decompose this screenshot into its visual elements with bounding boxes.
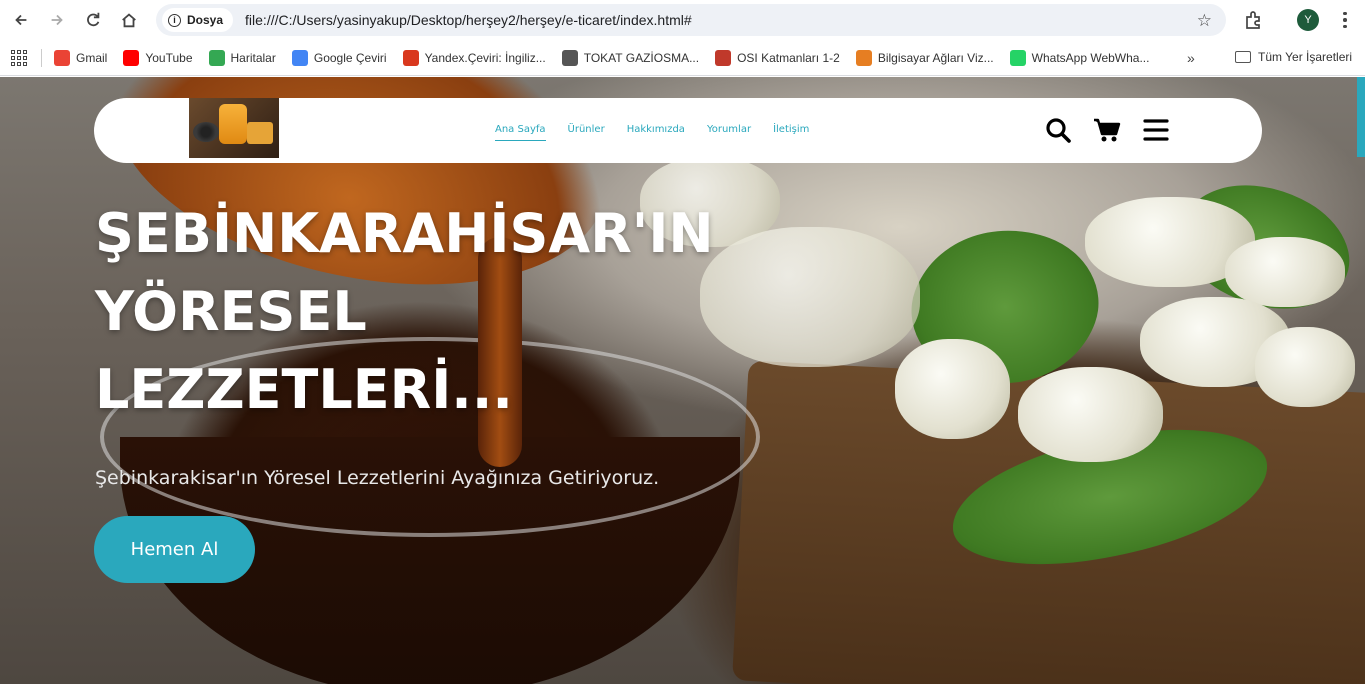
bookmark-favicon-icon	[291, 49, 308, 66]
forward-icon[interactable]	[39, 2, 75, 38]
site-chip-label: Dosya	[187, 13, 224, 27]
all-bookmarks-label: Tüm Yer İşaretleri	[1258, 50, 1353, 64]
hamburger-menu-icon[interactable]	[1143, 117, 1169, 143]
buy-now-button[interactable]: Hemen Al	[94, 516, 255, 583]
browser-menu-icon[interactable]	[1337, 9, 1353, 31]
more-bookmarks-icon[interactable]: »	[1187, 50, 1195, 66]
site-logo[interactable]	[189, 98, 279, 158]
bookmark-favicon-icon	[855, 49, 872, 66]
home-icon[interactable]	[111, 2, 147, 38]
mulberry-image	[1018, 367, 1163, 462]
bookmark-item[interactable]: TOKAT GAZİOSMA...	[561, 49, 700, 66]
bookmark-item[interactable]: Bilgisayar Ağları Viz...	[855, 49, 994, 66]
mulberry-image	[1255, 327, 1355, 407]
bookmark-item[interactable]: Gmail	[54, 49, 108, 66]
bookmark-favicon-icon	[561, 49, 578, 66]
bookmark-favicon-icon	[208, 49, 225, 66]
bookmark-label: Gmail	[76, 50, 108, 65]
bookmark-list: Gmail YouTube Haritalar Google Çeviri Yandex…	[54, 49, 1165, 66]
shopping-cart-icon[interactable]	[1093, 117, 1121, 143]
profile-avatar[interactable]: Y	[1297, 9, 1319, 31]
bookmark-label: OSI Katmanları 1-2	[737, 50, 840, 65]
all-bookmarks-folder[interactable]: Tüm Yer İşaretleri	[1235, 50, 1352, 64]
info-icon: i	[168, 13, 181, 27]
bookmark-label: Yandex.Çeviri: İngiliz...	[424, 50, 546, 65]
mulberry-image	[1225, 237, 1345, 307]
address-bar[interactable]: i Dosya file:///C:/Users/yasinyakup/Desk…	[156, 4, 1226, 36]
hero-subtitle: Şebinkarakisar'ın Yöresel Lezzetlerini A…	[95, 467, 660, 489]
hero-title: ŞEBİNKARAHİSAR'IN YÖRESEL LEZZETLERİ...	[95, 202, 714, 421]
nav-link-yorumlar[interactable]: Yorumlar	[707, 124, 751, 141]
search-icon[interactable]	[1045, 117, 1071, 143]
bookmark-label: WhatsApp WebWha...	[1031, 50, 1150, 65]
bookmark-item[interactable]: Yandex.Çeviri: İngiliz...	[402, 49, 546, 66]
folder-icon	[1235, 51, 1251, 63]
bookmark-item[interactable]: OSI Katmanları 1-2	[715, 49, 840, 66]
mulberry-image	[895, 339, 1010, 439]
site-nav-links: Ana Sayfa Ürünler Hakkımızda Yorumlar İl…	[495, 124, 809, 141]
bookmark-favicon-icon	[402, 49, 419, 66]
bookmark-favicon-icon	[54, 49, 70, 66]
site-navbar: Ana Sayfa Ürünler Hakkımızda Yorumlar İl…	[94, 98, 1262, 163]
bookmark-item[interactable]: YouTube	[123, 49, 193, 66]
bookmark-label: Google Çeviri	[313, 50, 387, 65]
web-page: Ana Sayfa Ürünler Hakkımızda Yorumlar İl…	[0, 77, 1365, 684]
apps-grid-icon[interactable]	[11, 49, 27, 66]
nav-link-hakkimizda[interactable]: Hakkımızda	[627, 124, 685, 141]
reload-icon[interactable]	[75, 2, 111, 38]
url-text[interactable]: file:///C:/Users/yasinyakup/Desktop/herş…	[245, 12, 692, 28]
page-scrollbar-thumb[interactable]	[1357, 77, 1365, 157]
site-info-chip[interactable]: i Dosya	[162, 8, 234, 32]
bookmark-item[interactable]: WhatsApp WebWha...	[1009, 49, 1150, 66]
back-icon[interactable]	[3, 2, 39, 38]
nav-link-ana-sayfa[interactable]: Ana Sayfa	[495, 124, 546, 141]
extensions-icon[interactable]	[1242, 9, 1264, 31]
nav-icon-group	[1045, 117, 1169, 143]
bookmark-item[interactable]: Haritalar	[208, 49, 276, 66]
bookmark-label: YouTube	[145, 50, 193, 65]
nav-link-iletisim[interactable]: İletişim	[773, 124, 809, 141]
bookmark-favicon-icon	[1009, 49, 1026, 66]
bookmark-item[interactable]: Google Çeviri	[291, 49, 387, 66]
bookmark-star-icon[interactable]: ☆	[1197, 11, 1212, 31]
bookmark-favicon-icon	[715, 49, 732, 66]
bookmark-label: TOKAT GAZİOSMA...	[583, 50, 700, 65]
bookmark-favicon-icon	[123, 49, 140, 66]
nav-link-urunler[interactable]: Ürünler	[568, 124, 605, 141]
bookmarks-bar: Gmail YouTube Haritalar Google Çeviri Yandex…	[0, 40, 1365, 76]
bookmark-label: Bilgisayar Ağları Viz...	[877, 50, 994, 65]
bookmarks-divider	[41, 48, 42, 67]
browser-toolbar: i Dosya file:///C:/Users/yasinyakup/Desk…	[0, 0, 1365, 40]
bookmark-label: Haritalar	[230, 50, 276, 65]
